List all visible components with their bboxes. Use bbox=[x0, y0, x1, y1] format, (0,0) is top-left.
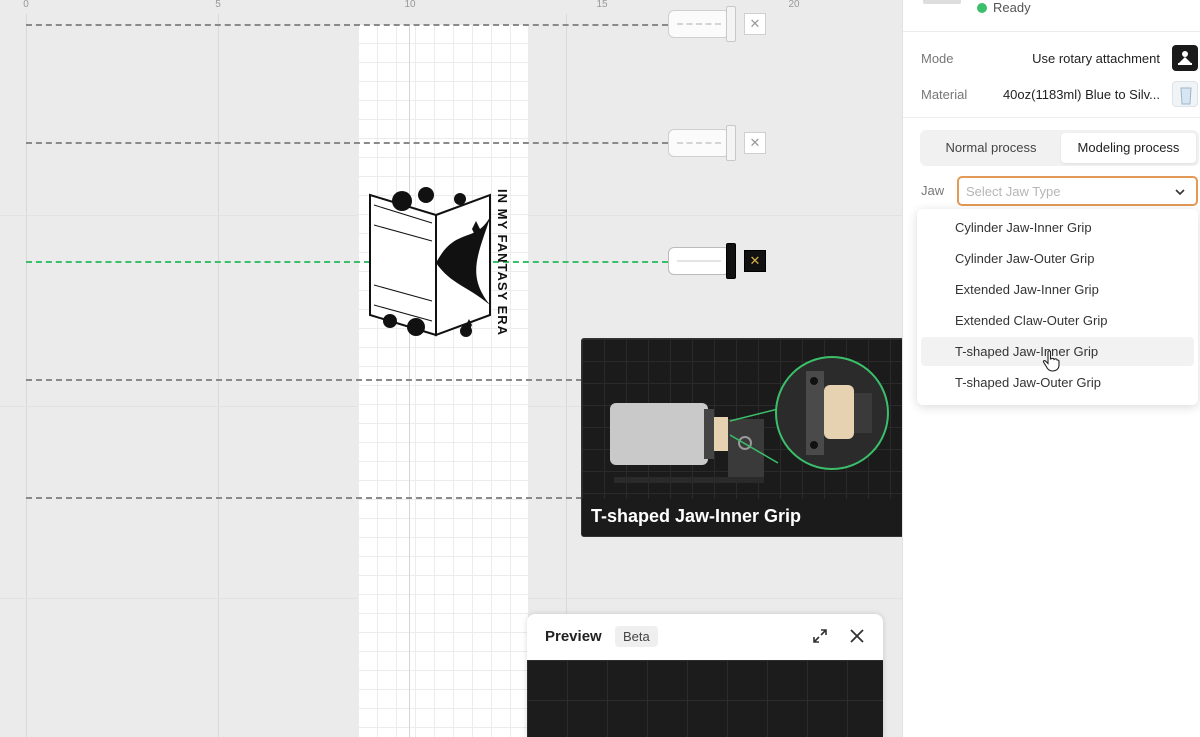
rotary-guide-line bbox=[26, 142, 668, 144]
rotary-guide-line bbox=[26, 379, 582, 381]
design-canvas[interactable]: 0 5 10 15 20 ✕ ✕ ✕ IN MY FANTASY ERA T-s… bbox=[0, 0, 902, 737]
preview-title: Preview bbox=[545, 628, 602, 645]
jaw-option-t-shaped-outer[interactable]: T-shaped Jaw-Outer Grip bbox=[921, 368, 1194, 397]
jaw-label: Jaw bbox=[921, 183, 945, 198]
ruler-tick-0: 0 bbox=[23, 0, 29, 10]
grid-line bbox=[218, 14, 219, 737]
close-icon[interactable]: ✕ bbox=[744, 250, 766, 272]
divider bbox=[903, 31, 1200, 32]
tooltip-caption: T-shaped Jaw-Inner Grip bbox=[591, 506, 802, 526]
status-dot-icon bbox=[977, 2, 987, 13]
jaw-option-cylinder-inner[interactable]: Cylinder Jaw-Inner Grip bbox=[921, 213, 1194, 242]
jaw-option-cylinder-outer[interactable]: Cylinder Jaw-Outer Grip bbox=[921, 244, 1194, 273]
mode-value[interactable]: Use rotary attachment bbox=[1032, 51, 1160, 66]
rotary-mode-icon[interactable] bbox=[1172, 45, 1198, 71]
expand-icon[interactable] bbox=[810, 626, 830, 646]
grid-line bbox=[26, 14, 27, 737]
device-status: Ready bbox=[977, 0, 1031, 15]
jaw-type-dropdown: Cylinder Jaw-Inner Grip Cylinder Jaw-Out… bbox=[917, 209, 1198, 405]
hand-cursor-icon bbox=[1042, 350, 1060, 372]
beta-badge: Beta bbox=[615, 626, 658, 647]
material-value[interactable]: 40oz(1183ml) Blue to Silv... bbox=[1003, 87, 1160, 102]
jaw-select-placeholder: Select Jaw Type bbox=[966, 184, 1061, 199]
status-text: Ready bbox=[993, 0, 1031, 15]
material-label: Material bbox=[921, 87, 968, 102]
jaw-type-select[interactable]: Select Jaw Type bbox=[957, 176, 1198, 206]
tumbler-icon[interactable] bbox=[1172, 81, 1198, 107]
rotary-jaw-image bbox=[610, 356, 889, 483]
rotary-jaw-selected[interactable]: ✕ bbox=[668, 243, 768, 279]
tab-normal-process[interactable]: Normal process bbox=[923, 133, 1059, 163]
jaw-preview-tooltip: T-shaped Jaw-Inner Grip bbox=[581, 338, 902, 537]
mode-label: Mode bbox=[921, 51, 954, 66]
ruler-tick-10: 10 bbox=[404, 0, 416, 10]
divider bbox=[903, 117, 1200, 118]
chevron-down-icon bbox=[1175, 189, 1185, 196]
rotary-guide-line-active bbox=[26, 261, 668, 263]
jaw-option-extended-claw-outer[interactable]: Extended Claw-Outer Grip bbox=[921, 306, 1194, 335]
design-text: IN MY FANTASY ERA bbox=[495, 189, 510, 337]
process-tabs: Normal process Modeling process bbox=[920, 130, 1199, 166]
rotary-guide-line bbox=[26, 24, 668, 26]
jaw-option-extended-inner[interactable]: Extended Jaw-Inner Grip bbox=[921, 275, 1194, 304]
rotary-guide-line bbox=[26, 497, 582, 499]
design-artwork[interactable]: IN MY FANTASY ERA bbox=[366, 185, 514, 343]
close-icon[interactable]: ✕ bbox=[744, 132, 766, 154]
close-icon[interactable]: ✕ bbox=[744, 13, 766, 35]
tab-modeling-process[interactable]: Modeling process bbox=[1061, 133, 1196, 163]
fantasy-book-illustration bbox=[369, 187, 491, 337]
ruler-tick-20: 20 bbox=[788, 0, 800, 10]
rotary-jaw-option[interactable]: ✕ bbox=[668, 125, 768, 161]
rotary-jaw-option[interactable]: ✕ bbox=[668, 6, 768, 42]
preview-viewport[interactable] bbox=[527, 660, 883, 737]
close-icon[interactable] bbox=[847, 626, 867, 646]
ruler-tick-15: 15 bbox=[596, 0, 608, 10]
preview-panel: Preview Beta bbox=[527, 614, 883, 737]
ruler-tick-5: 5 bbox=[215, 0, 221, 10]
device-thumbnail bbox=[923, 0, 961, 4]
